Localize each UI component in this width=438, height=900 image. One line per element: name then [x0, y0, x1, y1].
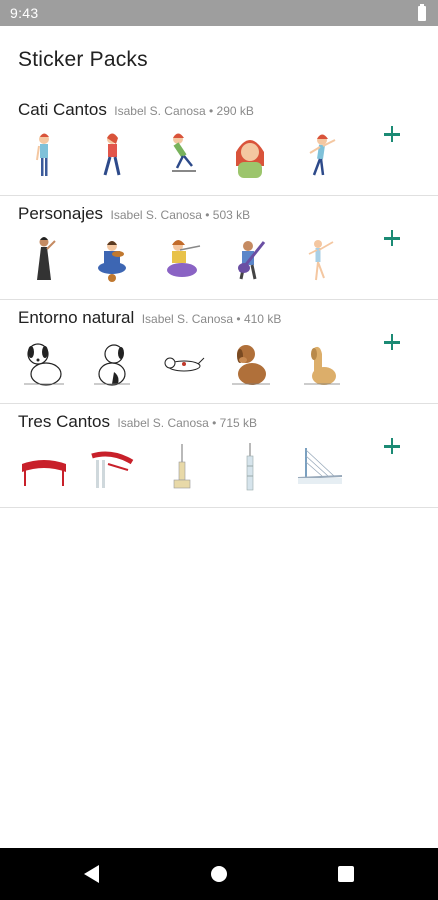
girl-skateboard-sticker — [158, 130, 206, 180]
home-icon[interactable] — [189, 848, 249, 900]
pack-header: Cati Cantos Isabel S. Canosa • 290 kB — [18, 100, 254, 120]
pack-meta: Isabel S. Canosa • 410 kB — [141, 312, 282, 326]
add-pack-button[interactable] — [378, 120, 406, 148]
pack-name: Cati Cantos — [18, 100, 107, 119]
navigation-bar — [0, 848, 438, 900]
tan-dog-sticker — [296, 338, 344, 388]
pack-name: Personajes — [18, 204, 104, 223]
dog-looking-sticker — [88, 338, 136, 388]
sticker-pack-entorno-natural[interactable]: Entorno natural Isabel S. Canosa • 410 k… — [0, 300, 438, 404]
bridge-sticker — [296, 442, 344, 492]
add-pack-button[interactable] — [378, 328, 406, 356]
pack-header: Tres Cantos Isabel S. Canosa • 715 kB — [18, 412, 257, 432]
status-bar: 9:43 — [0, 0, 438, 26]
dancer-sticker — [296, 234, 344, 284]
page-title: Sticker Packs — [18, 48, 148, 71]
dog-lying-sticker — [158, 338, 206, 388]
pack-meta: Isabel S. Canosa • 290 kB — [114, 104, 254, 118]
tower-sticker — [158, 442, 206, 492]
girl-portrait-sticker — [226, 130, 274, 180]
pack-header: Entorno natural Isabel S. Canosa • 410 k… — [18, 308, 281, 328]
boy-guitar-sticker — [226, 234, 274, 284]
pack-meta: Isabel S. Canosa • 503 kB — [110, 208, 251, 222]
pack-name: Tres Cantos — [18, 412, 110, 431]
red-arch-sticker — [88, 442, 136, 492]
girl-standing-sticker — [20, 130, 68, 180]
pack-meta: Isabel S. Canosa • 715 kB — [117, 416, 258, 430]
pack-name: Entorno natural — [18, 308, 135, 327]
brown-dog-sticker — [226, 338, 274, 388]
sticker-pack-cati-cantos[interactable]: Cati Cantos Isabel S. Canosa • 290 kB — [0, 92, 438, 196]
pack-header: Personajes Isabel S. Canosa • 503 kB — [18, 204, 250, 224]
sticker-pack-tres-cantos[interactable]: Tres Cantos Isabel S. Canosa • 715 kB — [0, 404, 438, 508]
battery-icon — [418, 4, 426, 21]
girl-dancing-sticker — [296, 130, 344, 180]
status-time: 9:43 — [10, 5, 39, 21]
add-pack-button[interactable] — [378, 224, 406, 252]
sticker-pack-personajes[interactable]: Personajes Isabel S. Canosa • 503 kB — [0, 196, 438, 300]
recents-icon[interactable] — [316, 848, 376, 900]
girl-walking-sticker — [88, 130, 136, 180]
dog-sitting-sticker — [20, 338, 68, 388]
woman-dress-sticker — [20, 234, 68, 284]
girl-flute-sticker — [158, 234, 206, 284]
red-sign-sticker — [20, 442, 68, 492]
add-pack-button[interactable] — [378, 432, 406, 460]
boy-violin-sticker — [88, 234, 136, 284]
tall-tower-sticker — [226, 442, 274, 492]
back-icon[interactable] — [62, 848, 122, 900]
